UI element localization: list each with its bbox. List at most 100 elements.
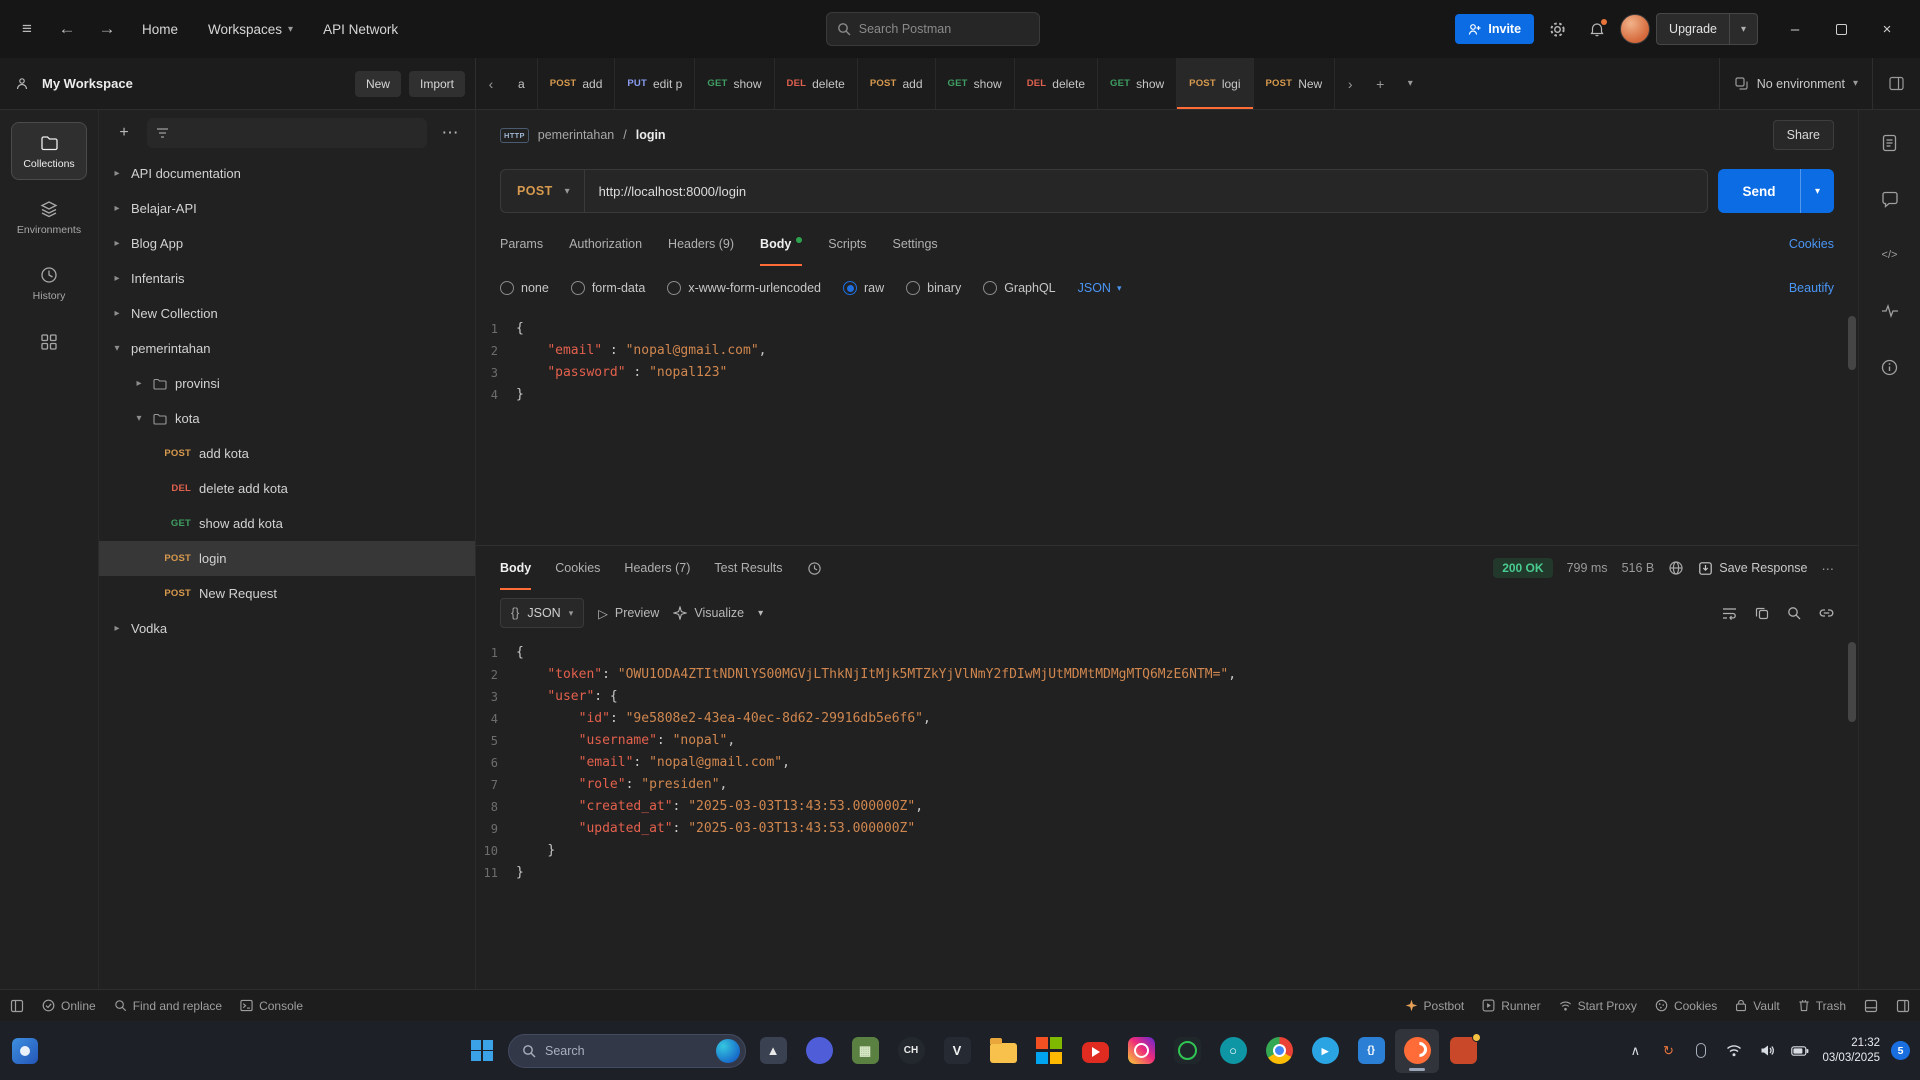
battery-icon[interactable] (1789, 1046, 1811, 1056)
chevron-right-icon[interactable]: ▸ (111, 238, 123, 249)
instagram-icon[interactable] (1119, 1029, 1163, 1073)
chevron-right-icon[interactable]: ▸ (111, 623, 123, 634)
request-tab[interactable]: GETshow (1098, 58, 1177, 109)
sidebar-item-vodka[interactable]: ▸Vodka (99, 611, 475, 646)
environment-selector[interactable]: No environment ▾ (1719, 58, 1872, 109)
file-explorer-icon[interactable] (981, 1029, 1025, 1073)
taskbar-clock[interactable]: 21:32 03/03/2025 (1822, 1036, 1880, 1066)
toggle-bottom-panel-icon[interactable] (1864, 999, 1878, 1013)
nav-home[interactable]: Home (130, 12, 190, 46)
nav-workspaces[interactable]: Workspaces▾ (196, 12, 305, 46)
alert-app-icon[interactable] (1441, 1029, 1485, 1073)
sidebar-item-infentaris[interactable]: ▸Infentaris (99, 261, 475, 296)
response-body-viewer[interactable]: 1{2 "token": "OWU1ODA4ZTItNDNlYS00MGVjLT… (476, 636, 1858, 989)
trash-button[interactable]: Trash (1798, 999, 1846, 1013)
request-tab[interactable]: PUTedit p (615, 58, 695, 109)
tab-headers-9-[interactable]: Headers (9) (668, 222, 734, 266)
start-proxy-button[interactable]: Start Proxy (1559, 999, 1637, 1013)
tab-body[interactable]: Body (760, 222, 802, 266)
environment-quick-look-icon[interactable] (1872, 58, 1920, 109)
sidebar-item-api-documentation[interactable]: ▸API documentation (99, 156, 475, 191)
preview-button[interactable]: ▷ Preview (598, 606, 659, 621)
scroll-tabs-right-icon[interactable]: › (1335, 58, 1365, 109)
body-mode-graphql[interactable]: GraphQL (983, 281, 1055, 295)
request-tab[interactable]: a (506, 58, 538, 109)
comments-icon[interactable] (1875, 184, 1905, 214)
more-actions-icon[interactable]: ⋯ (437, 120, 463, 146)
request-tab[interactable]: POSTlogi (1177, 58, 1253, 109)
sidebar-item-delete-add-kota[interactable]: DELdelete add kota (99, 471, 475, 506)
toggle-right-panel-icon[interactable] (1896, 999, 1910, 1013)
telegram-icon[interactable]: ▸ (1303, 1029, 1347, 1073)
sidebar-item-login[interactable]: POSTlogin (99, 541, 475, 576)
sidebar-item-belajar-api[interactable]: ▸Belajar-API (99, 191, 475, 226)
device-icon[interactable] (1690, 1043, 1712, 1058)
scroll-tabs-left-icon[interactable]: ‹ (476, 58, 506, 109)
tab-options-chevron-icon[interactable]: ▾ (1395, 58, 1425, 109)
photos-icon[interactable]: ▲ (751, 1029, 795, 1073)
add-collection-icon[interactable]: + (111, 120, 137, 146)
response-more-icon[interactable]: ⋯ (1822, 561, 1835, 576)
hidden-icons-chevron-icon[interactable]: ∧ (1624, 1043, 1646, 1059)
chevron-right-icon[interactable]: ▸ (111, 168, 123, 179)
body-mode-form-data[interactable]: form-data (571, 281, 646, 295)
rail-collections[interactable]: Collections (11, 122, 87, 180)
taskbar-search[interactable] (508, 1034, 746, 1068)
toggle-sidebar-icon[interactable] (10, 999, 24, 1013)
nav-api-network[interactable]: API Network (311, 12, 410, 46)
info-icon[interactable] (1875, 352, 1905, 382)
search-input[interactable] (859, 22, 1029, 36)
maximize-button[interactable] (1818, 0, 1864, 58)
pulse-icon[interactable] (1875, 296, 1905, 326)
tab-scripts[interactable]: Scripts (828, 222, 866, 266)
settings-gear-icon[interactable] (1540, 12, 1574, 46)
request-tab[interactable]: POSTadd (858, 58, 936, 109)
vscode-icon[interactable]: {} (1349, 1029, 1393, 1073)
documentation-icon[interactable] (1875, 128, 1905, 158)
close-button[interactable]: × (1864, 0, 1910, 58)
forward-icon[interactable]: → (90, 12, 124, 46)
minimize-button[interactable]: – (1772, 0, 1818, 58)
send-button[interactable]: Send (1718, 169, 1800, 213)
sidebar-item-pemerintahan[interactable]: ▾pemerintahan (99, 331, 475, 366)
response-tab-headers-7-[interactable]: Headers (7) (624, 546, 690, 590)
notifications-bell-icon[interactable] (1580, 12, 1614, 46)
cookies-link[interactable]: Cookies (1789, 222, 1834, 266)
response-tab-cookies[interactable]: Cookies (555, 546, 600, 590)
microsoft-app-icon[interactable] (1027, 1029, 1071, 1073)
body-mode-raw[interactable]: raw (843, 281, 884, 295)
volume-icon[interactable] (1756, 1044, 1778, 1057)
request-tab[interactable]: GETshow (695, 58, 774, 109)
response-size[interactable]: 516 B (1622, 561, 1655, 575)
console-button[interactable]: Console (240, 999, 303, 1013)
network-globe-icon[interactable] (1668, 560, 1684, 576)
visualize-button[interactable]: Visualize (673, 606, 744, 620)
wrap-text-icon[interactable] (1722, 607, 1737, 620)
chevron-right-icon[interactable]: ▸ (133, 378, 145, 389)
v-app-icon[interactable]: V (935, 1029, 979, 1073)
sidebar-item-kota[interactable]: ▾kota (99, 401, 475, 436)
copy-icon[interactable] (1755, 606, 1769, 620)
chevron-down-icon[interactable]: ▾ (111, 343, 123, 354)
request-tab[interactable]: POSTNew (1254, 58, 1336, 109)
upgrade-button[interactable]: Upgrade ▾ (1656, 13, 1758, 45)
menu-icon[interactable]: ≡ (10, 12, 44, 46)
vault-button[interactable]: Vault (1735, 999, 1779, 1013)
sidebar-item-show-add-kota[interactable]: GETshow add kota (99, 506, 475, 541)
new-tab-icon[interactable]: + (1365, 58, 1395, 109)
body-mode-none[interactable]: none (500, 281, 549, 295)
chevron-right-icon[interactable]: ▸ (111, 273, 123, 284)
online-status[interactable]: Online (42, 999, 96, 1013)
response-tab-test-results[interactable]: Test Results (714, 546, 782, 590)
editor-scrollbar[interactable] (1848, 316, 1856, 539)
widgets-icon[interactable] (12, 1038, 38, 1064)
rail-environments[interactable]: Environments (11, 188, 87, 246)
sidebar-search[interactable] (147, 118, 427, 148)
invite-button[interactable]: Invite (1455, 14, 1534, 44)
workspace-title[interactable]: My Workspace (42, 76, 133, 91)
taskbar-search-input[interactable] (545, 1044, 707, 1058)
runner-button[interactable]: Runner (1482, 999, 1540, 1013)
back-icon[interactable]: ← (50, 12, 84, 46)
upgrade-chevron-icon[interactable]: ▾ (1729, 14, 1757, 44)
response-history-icon[interactable] (807, 546, 822, 590)
